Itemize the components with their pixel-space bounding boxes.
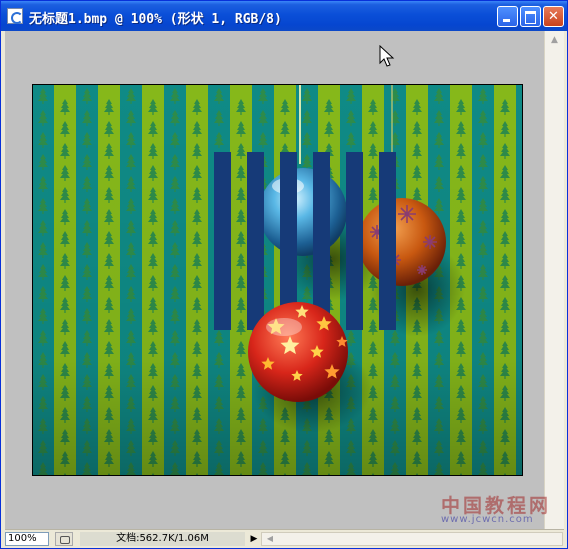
minimize-button[interactable] — [497, 6, 518, 27]
maximize-icon — [525, 11, 536, 24]
zoom-input[interactable]: 100% — [5, 532, 49, 546]
minimize-icon — [503, 19, 510, 22]
document-icon[interactable] — [7, 8, 23, 24]
red-ornament-highlight — [266, 318, 302, 336]
scroll-left-icon[interactable]: ◀ — [264, 533, 276, 545]
bar-5 — [346, 152, 363, 330]
maximize-button[interactable] — [520, 6, 541, 27]
status-bar: 100% 文档:562.7K/1.06M ▶ ◀ — [5, 529, 564, 548]
bar-2 — [247, 152, 264, 330]
document-window: 无标题1.bmp @ 100% (形状 1, RGB/8) ✕ ▲ 中国教程网 … — [0, 0, 568, 549]
close-icon: ✕ — [548, 9, 559, 24]
mouse-pointer-icon — [379, 45, 395, 67]
title-bar[interactable]: 无标题1.bmp @ 100% (形状 1, RGB/8) ✕ — [1, 1, 567, 31]
red-ornament — [248, 302, 348, 402]
navigator-icon[interactable] — [55, 532, 73, 546]
bar-1 — [214, 152, 231, 330]
blue-ornament — [259, 168, 347, 256]
vertical-scrollbar[interactable]: ▲ — [544, 31, 564, 529]
bar-4 — [313, 152, 330, 330]
canvas-area[interactable] — [5, 31, 544, 529]
document-canvas[interactable] — [32, 84, 523, 476]
horizontal-scrollbar[interactable]: ◀ — [261, 532, 563, 546]
status-menu-arrow-icon[interactable]: ▶ — [248, 532, 260, 546]
close-button[interactable]: ✕ — [543, 6, 564, 27]
document-size-info[interactable]: 文档:562.7K/1.06M — [80, 532, 245, 546]
bar-6 — [379, 152, 396, 330]
scroll-up-icon[interactable]: ▲ — [548, 34, 561, 47]
window-title: 无标题1.bmp @ 100% (形状 1, RGB/8) — [29, 12, 282, 27]
